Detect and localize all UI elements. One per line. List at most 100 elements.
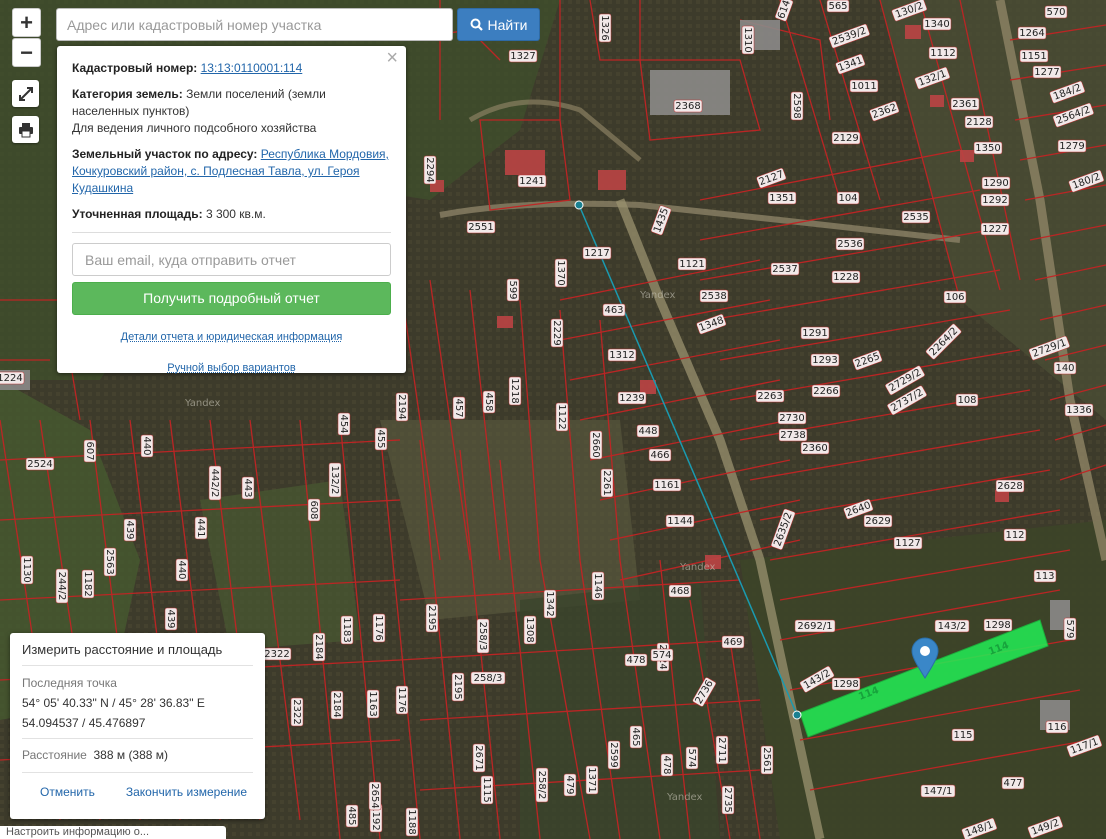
report-details-link[interactable]: Детали отчета и юридическая информация [72,329,391,346]
parcel-number-label: 463 [602,303,626,317]
parcel-number-label: 2629 [863,514,893,528]
cancel-measure-button[interactable]: Отменить [40,785,95,799]
parcel-number-label: 2261 [600,468,614,498]
svg-text:143/2: 143/2 [938,621,967,632]
svg-text:1163: 1163 [367,691,378,716]
svg-text:1350: 1350 [975,143,1000,154]
svg-text:607: 607 [84,441,95,460]
close-icon[interactable]: × [386,48,398,68]
parcel-number-label: 147/1 [920,784,956,798]
parcel-number-label: 469 [721,635,745,649]
parcel-number-label: 2524 [25,457,55,471]
parcel-number-label: 2563 [103,547,117,577]
category-label: Категория земель: [72,87,183,101]
search-input[interactable] [56,8,453,41]
parcel-info-popup: × Кадастровый номер: 13:13:0110001:114 К… [57,46,406,374]
cadastral-number-link[interactable]: 13:13:0110001:114 [201,61,303,75]
svg-text:468: 468 [670,586,689,597]
svg-text:1326: 1326 [599,15,610,40]
parcel-number-label: 112 [1003,528,1027,542]
svg-text:1217: 1217 [584,248,609,259]
parcel-number-label: 1291 [800,326,830,340]
parcel-number-label: 2263 [755,389,785,403]
parcel-number-label: 1279 [1057,139,1087,153]
svg-text:2536: 2536 [837,239,862,250]
parcel-number-label: 1176 [395,685,409,715]
svg-text:258/2: 258/2 [536,771,547,800]
parcel-number-label: 485 [345,804,359,828]
svg-text:132/2: 132/2 [329,466,340,495]
parcel-number-label: 574 [685,746,699,770]
svg-text:1310: 1310 [742,27,753,52]
parcel-number-label: 579 [1063,617,1077,641]
svg-text:2730: 2730 [779,413,804,424]
fullscreen-button[interactable] [12,80,39,107]
svg-text:574: 574 [686,748,697,767]
parcel-number-label: 106 [943,290,967,304]
parcel-number-label: 1239 [617,391,647,405]
parcel-number-label: 1218 [508,376,522,406]
svg-text:113: 113 [1035,571,1054,582]
svg-text:2692/1: 2692/1 [797,621,832,632]
parcel-number-label: 2195 [425,603,439,633]
svg-text:455: 455 [375,429,386,448]
distance-value: 388 м (388 м) [93,748,169,762]
bottom-info-bar[interactable]: Настроить информацию о... [0,826,226,839]
parcel-number-label: 1161 [652,478,682,492]
measure-start-point [574,200,584,210]
svg-text:1127: 1127 [895,538,920,549]
svg-text:1188: 1188 [406,809,417,834]
parcel-number-label: 2361 [950,97,980,111]
svg-text:2671: 2671 [473,745,484,770]
svg-text:2361: 2361 [952,99,977,110]
parcel-number-label: 1011 [849,79,879,93]
parcel-number-label: 2360 [800,441,830,455]
svg-text:2322: 2322 [291,699,302,724]
zoom-out-button[interactable]: − [12,38,41,67]
svg-text:574: 574 [652,650,671,661]
last-point-dms: 54° 05' 40.33" N / 45° 28' 36.83" E [22,696,205,710]
bottom-info-text: Настроить информацию о... [6,826,150,838]
svg-text:1176: 1176 [373,615,384,640]
parcel-number-label: 2368 [673,99,703,113]
svg-text:1292: 1292 [982,195,1007,206]
svg-text:1291: 1291 [802,328,827,339]
parcel-number-label: 2735 [721,785,735,815]
search-button[interactable]: Найти [457,8,540,41]
svg-text:485: 485 [346,806,357,825]
email-field[interactable] [72,243,391,276]
parcel-number-label: 468 [668,584,692,598]
parcel-number-label: 454 [337,412,351,436]
parcel-number-label: 143/2 [934,619,970,633]
svg-text:116: 116 [1047,722,1066,733]
parcel-number-label: 1224 [0,371,25,385]
svg-text:2711: 2711 [716,737,727,762]
svg-text:458: 458 [483,392,494,411]
get-report-button[interactable]: Получить подробный отчет [72,282,391,315]
svg-text:1227: 1227 [982,224,1007,235]
parcel-number-label: 2628 [995,479,1025,493]
svg-text:1122: 1122 [556,404,567,429]
measure-panel: Измерить расстояние и площадь Последняя … [10,633,265,819]
parcel-number-label: 1176 [372,613,386,643]
area-value: 3 300 кв.м. [205,207,266,221]
parcel-number-label: 1298 [983,618,1013,632]
svg-text:2551: 2551 [468,222,493,233]
parcel-number-label: 258/2 [535,767,549,803]
print-button[interactable] [12,116,39,143]
manual-selection-link[interactable]: Ручной выбор вариантов [72,360,391,377]
parcel-number-label: 2535 [901,210,931,224]
svg-text:465: 465 [630,727,641,746]
svg-text:1277: 1277 [1034,67,1059,78]
parcel-number-label: 2738 [778,428,808,442]
parcel-number-label: 466 [648,448,672,462]
svg-text:1327: 1327 [510,51,535,62]
parcel-number-label: 113 [1033,569,1057,583]
svg-text:1342: 1342 [544,591,555,616]
zoom-in-button[interactable]: + [12,8,41,37]
parcel-number-label: 457 [452,396,466,420]
parcel-number-label: 104 [836,191,860,205]
parcel-number-label: 448 [636,424,660,438]
finish-measure-button[interactable]: Закончить измерение [126,785,247,799]
parcel-number-label: 2692/1 [794,619,836,633]
